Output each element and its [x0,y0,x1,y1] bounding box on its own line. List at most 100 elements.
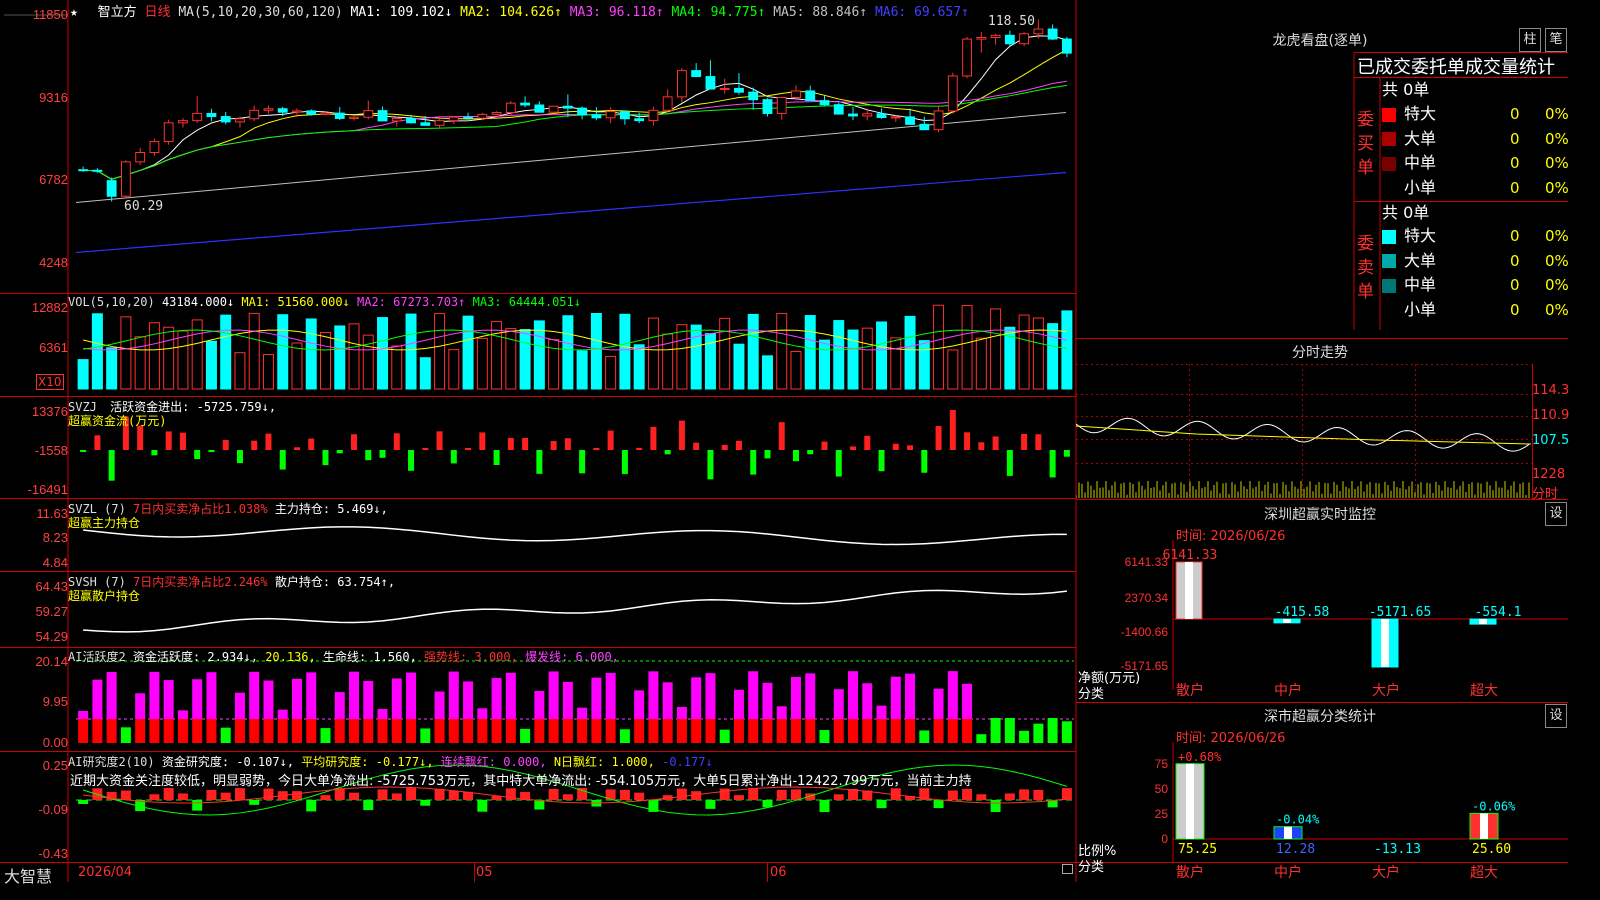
activity-bar [976,734,987,743]
activity-base-bar [634,719,645,743]
activity-base-bar [334,719,345,743]
candle-body [990,34,1001,38]
volume-bar [434,313,446,390]
research-bar [705,800,716,809]
research-bar [234,788,245,800]
monitor-chart[interactable]: 6141.332370.34-1400.66-5171.656141.33散户-… [1076,540,1568,702]
activity-bar [676,706,687,719]
volume-bar [533,320,545,390]
activity-base-bar [962,719,973,743]
svzl-line [83,526,1067,546]
monitor-axis-label: -1400.66 [1121,625,1169,639]
favorite-star-icon[interactable]: ★ [70,5,78,20]
research-bar [263,788,274,800]
lock-icon[interactable] [1062,864,1073,874]
ma-values: MA1: 109.102↓ MA2: 104.626↑ MA3: 96.118↑… [351,5,969,20]
bar-mode-button[interactable]: 柱 [1519,28,1541,52]
activity-bar [862,683,873,719]
candle-body [1019,33,1030,45]
intraday-chart[interactable] [1076,364,1568,500]
flow-bar [850,446,857,450]
research-bar [120,790,131,800]
ma6-line [75,171,1067,254]
activity-bar [691,677,702,719]
flow-bar [365,450,372,461]
price-header: ★ 智立方 日线 MA(5,10,20,30,60,120) MA1: 109.… [70,1,969,20]
stock-name[interactable]: 智立方 [98,5,137,20]
stats-chart[interactable]: 75 50 25 0 +0.68% 75.25 散户 -0.04% 12.28 中户 -13.13 大… [1076,742,1568,882]
flow-bar [493,450,500,466]
low-price-label: 60.29 [124,199,164,214]
svsh-hold: 散户持仓: 63.754↑, [274,575,396,589]
sidebar-title: 龙虎看盘(逐单) [1272,33,1368,49]
research-bar [420,800,431,806]
volume-bar [505,328,517,390]
ai-active-header: AI活跃度2 资金活跃度: 2.934↓, 20.136, 生命线: 1.560… [68,648,619,665]
activity-bar [905,673,916,719]
candle-body [334,112,345,119]
activity-bar [420,728,431,743]
flow-bar [536,450,543,474]
main-plot[interactable] [0,0,1076,862]
candle-body [1004,34,1015,45]
candle-body [976,37,987,40]
volume-bar [633,344,645,390]
activity-bar [391,678,402,719]
stats-settings-button[interactable]: 设 [1545,704,1567,728]
candle-body [734,87,744,93]
volume-bar [262,354,274,390]
order-value: 0 [1510,227,1520,245]
volume-bar [519,329,531,390]
monitor-cat-label: 分类 [1078,687,1105,702]
activity-base-bar [591,719,602,743]
flow-bar [236,450,243,464]
activity-bar [890,676,901,719]
activity-base-bar [377,719,388,743]
volume-bar [120,316,132,390]
ai-research-v5: -0.177↓ [662,755,713,769]
research-bar [1033,789,1044,800]
flow-bar [778,422,785,450]
color-swatch [1382,303,1396,317]
candle-body [876,113,887,118]
candle-body [406,117,416,124]
period-label[interactable]: 日线 [145,5,171,20]
volume-bar [961,305,973,390]
research-bar [192,800,203,811]
order-row: 小单 0 0% [1382,298,1569,322]
activity-bar [448,671,459,719]
volume-bar [890,337,902,390]
intraday-axis-3: 107.5 [1532,433,1570,448]
volume-bar [1047,323,1059,390]
research-bar [349,792,360,800]
tick-mode-button[interactable]: 笔 [1545,28,1567,52]
monitor-bar-value: -554.1 [1475,605,1522,620]
activity-bar [1004,718,1015,743]
ai-research-v4: N日飘红: 1.000, [553,755,655,769]
candle-body [505,102,516,113]
candle-body [1061,38,1072,54]
activity-bar [192,679,203,719]
ai-active-v3: 生命线: 1.560, [323,650,417,664]
vol-label: VOL(5,10,20) [68,295,155,309]
candle-body [819,100,830,106]
volume-bar [377,317,389,390]
candle-body [619,111,630,120]
candle-body [562,105,573,109]
candle-body [277,108,288,113]
volume-bar [348,323,360,390]
monitor-category: 中户 [1274,682,1302,699]
ai-active-v1: 资金活跃度: 2.934↓, [132,650,258,664]
activity-base-bar [905,719,916,743]
candle-body [391,117,402,122]
monitor-axis-label: 2370.34 [1125,591,1169,605]
monitor-settings-button[interactable]: 设 [1545,502,1567,526]
stats-axis-label: 25 [1155,807,1169,821]
flow-bar [322,450,329,466]
volume-bar [904,315,916,390]
flow-bar [351,434,358,450]
volume-bar [861,327,873,390]
flow-bar [735,440,742,450]
color-swatch [1382,132,1396,146]
order-stats-tab[interactable]: 已成交委托单成交量统计 [1357,53,1568,79]
